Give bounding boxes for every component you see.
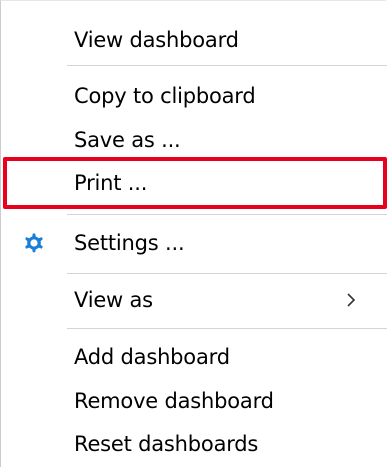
menu-item-label: Settings ... [74, 231, 185, 255]
menu-item-label: Add dashboard [74, 345, 230, 369]
menu-item-reset-dashboards[interactable]: Reset dashboards [1, 422, 386, 466]
menu-item-copy-to-clipboard[interactable]: Copy to clipboard [1, 74, 386, 118]
menu-item-label: View as [74, 288, 153, 312]
menu-item-label: View dashboard [74, 28, 239, 52]
menu-separator [67, 273, 387, 274]
menu-item-label: Remove dashboard [74, 389, 274, 413]
gear-icon [21, 230, 47, 256]
menu-item-remove-dashboard[interactable]: Remove dashboard [1, 379, 386, 423]
menu-item-label: Save as ... [74, 128, 181, 152]
menu-separator [67, 214, 387, 215]
context-menu: View dashboard Copy to clipboard Save as… [0, 0, 387, 467]
menu-item-label: Copy to clipboard [74, 84, 256, 108]
menu-separator [67, 328, 387, 329]
menu-item-add-dashboard[interactable]: Add dashboard [1, 335, 386, 379]
menu-item-label: Reset dashboards [74, 432, 259, 456]
menu-item-settings[interactable]: Settings ... [1, 221, 386, 265]
menu-item-save-as[interactable]: Save as ... [1, 118, 386, 162]
print-highlight-box [3, 157, 387, 209]
menu-separator [67, 65, 387, 66]
chevron-right-icon [346, 292, 356, 308]
menu-item-view-as[interactable]: View as [1, 278, 386, 322]
menu-item-view-dashboard[interactable]: View dashboard [1, 18, 386, 62]
